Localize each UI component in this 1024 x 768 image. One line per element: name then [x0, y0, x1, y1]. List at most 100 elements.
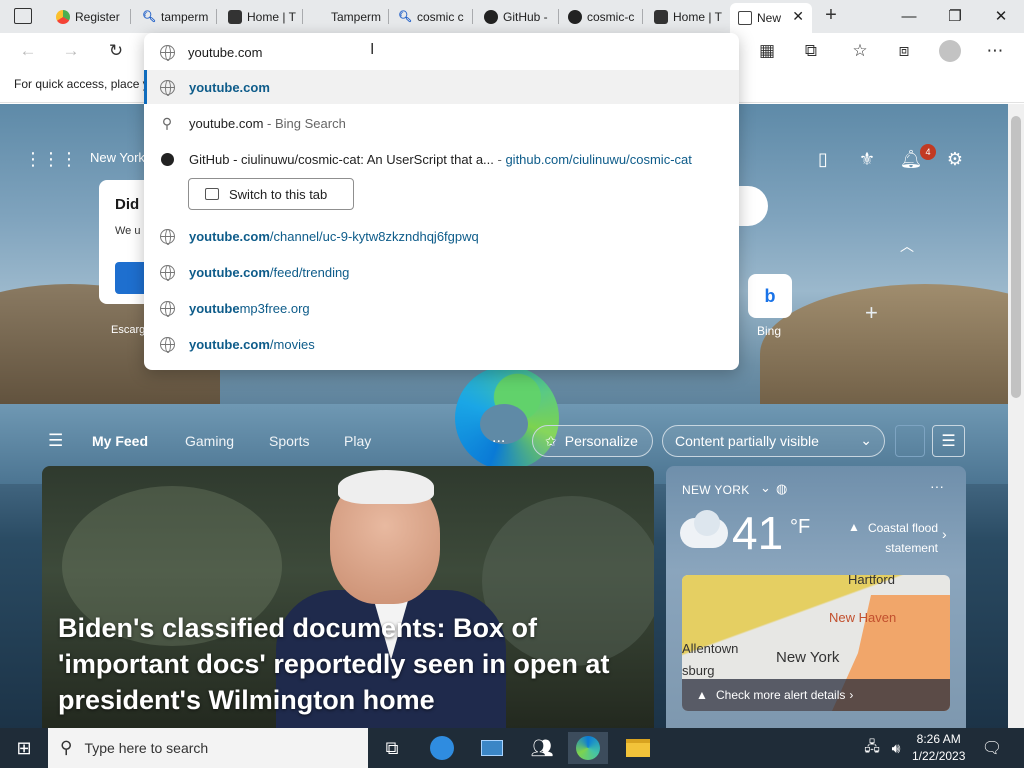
file-explorer-icon[interactable]: [618, 732, 658, 764]
tab-play[interactable]: Play: [344, 433, 371, 449]
refresh-icon[interactable]: ↻: [103, 39, 129, 63]
tab-actions-icon[interactable]: [14, 8, 32, 24]
action-center-icon[interactable]: 🗨︎: [972, 732, 1012, 764]
restore-icon[interactable]: ❐: [932, 0, 978, 32]
content-visibility-dropdown[interactable]: Content partially visible ⌄: [662, 425, 885, 457]
tab-gaming[interactable]: Gaming: [185, 433, 234, 449]
suggestion-item[interactable]: youtube.com: [144, 70, 739, 104]
safari-compass-icon[interactable]: [422, 732, 462, 764]
hamburger-menu-icon[interactable]: ☰: [48, 431, 63, 451]
bing-tile-label[interactable]: Bing: [757, 324, 781, 338]
map-label: New Haven: [829, 610, 897, 625]
suggestion-item[interactable]: youtube.com/channel/uc-9-kytw8zkzndhqj6f…: [144, 219, 739, 253]
favorites-star-icon[interactable]: ☆: [847, 39, 873, 63]
switch-to-tab-button[interactable]: Switch to this tab: [188, 178, 354, 210]
chevron-down-icon[interactable]: ⌄: [760, 480, 771, 496]
card-title: Did: [115, 196, 140, 213]
back-arrow-icon[interactable]: ←: [15, 39, 41, 63]
map-label: Allentown: [682, 641, 739, 656]
tab-strip: Register 🔍︎ tamperm Home | T Tamperm 🔍︎ …: [0, 0, 1024, 33]
tab-register[interactable]: Register: [48, 4, 130, 29]
hero-headline[interactable]: Biden's classified documents: Box of 'im…: [58, 610, 638, 718]
weather-card[interactable]: NEW YORK ⌄ ◍ ··· 41 °F ▲ Coastal flood s…: [666, 466, 966, 728]
address-input[interactable]: [188, 44, 658, 60]
temperature-value: 41: [732, 507, 784, 559]
tab-cosmic-search[interactable]: 🔍︎ cosmic c: [390, 4, 472, 29]
map-label: New York: [776, 649, 840, 666]
tab-tamperm-search[interactable]: 🔍︎ tamperm: [134, 4, 216, 29]
suggestion-match: youtube.com: [189, 79, 270, 95]
card-action-button[interactable]: [115, 262, 145, 294]
switch-tab-label: Switch to this tab: [229, 186, 328, 202]
landscape-hill: [760, 284, 1008, 424]
tab-tamperm-store[interactable]: Tamperm: [304, 4, 386, 29]
hero-news-card[interactable]: Biden's classified documents: Box of 'im…: [42, 466, 654, 728]
tab-home-t[interactable]: Home | T: [220, 4, 302, 29]
layout-grid-button[interactable]: [895, 425, 925, 457]
suggestion-item[interactable]: ⚲ youtube.com - Bing Search: [144, 106, 739, 140]
task-view-icon[interactable]: ⧉: [372, 732, 412, 764]
minimize-icon[interactable]: —: [886, 0, 932, 32]
profile-avatar-icon[interactable]: [937, 39, 963, 63]
collections-icon[interactable]: ⧈: [891, 39, 917, 63]
suggestion-text: youtube.com: [189, 115, 264, 131]
text-cursor-icon: I: [370, 41, 375, 58]
rewards-icon[interactable]: ⚜: [854, 146, 880, 172]
apps-launcher-icon[interactable]: ⋮⋮⋮: [24, 146, 78, 172]
globe-icon: [158, 335, 176, 353]
locate-globe-icon[interactable]: ◍: [776, 481, 787, 497]
search-icon: ⚲: [161, 114, 173, 131]
weather-city-label[interactable]: New York: [90, 150, 145, 165]
suggestion-separator: -: [493, 151, 506, 167]
extensions-puzzle-icon[interactable]: ⧉: [798, 39, 824, 63]
tab-my-feed[interactable]: My Feed: [92, 433, 148, 449]
new-tab-plus-icon[interactable]: +: [820, 4, 842, 28]
suggestion-item[interactable]: youtube.com/feed/trending: [144, 255, 739, 289]
add-site-plus-icon[interactable]: +: [865, 300, 878, 326]
weather-alert-map[interactable]: Hartford New Haven Allentown New York sb…: [682, 575, 950, 711]
close-window-icon[interactable]: ✕: [978, 0, 1024, 32]
app-available-icon[interactable]: ▦: [754, 39, 780, 63]
globe-icon: [158, 43, 176, 61]
collapse-caret-icon[interactable]: ︿: [900, 236, 914, 256]
feed-more-button[interactable]: ...: [492, 429, 505, 447]
layout-list-icon[interactable]: ☰: [932, 425, 965, 457]
more-menu-icon[interactable]: ⋯: [982, 39, 1008, 63]
suggestion-item[interactable]: GitHub - ciulinuwu/cosmic-cat: An UserSc…: [144, 142, 739, 176]
suggestion-rest: /channel/uc-9-kytw8zkzndhqj6fgpwq: [269, 228, 479, 244]
notification-count-badge: 4: [920, 144, 936, 160]
app-window-icon[interactable]: [472, 732, 512, 764]
address-bar[interactable]: [158, 39, 728, 65]
tab-github[interactable]: GitHub -: [476, 4, 558, 29]
edge-browser-icon[interactable]: [568, 732, 608, 764]
weather-city[interactable]: NEW YORK: [682, 483, 750, 497]
tab-home-t-2[interactable]: Home | T: [646, 4, 728, 29]
close-tab-icon[interactable]: ✕: [792, 8, 804, 25]
mobile-phone-icon[interactable]: ▯: [810, 146, 836, 172]
windows-start-icon[interactable]: ⊞: [4, 732, 44, 764]
weather-alert-text[interactable]: Coastal flood statement: [848, 518, 938, 558]
suggestion-item[interactable]: youtubemp3free.org: [144, 291, 739, 325]
taskbar-search-box[interactable]: ⚲ Type here to search: [48, 728, 368, 768]
quick-link-label[interactable]: Escarg: [111, 324, 145, 336]
forward-arrow-icon[interactable]: →: [58, 39, 84, 63]
scrollbar-thumb[interactable]: [1011, 116, 1021, 398]
cloudy-icon-part: [694, 510, 720, 536]
suggestion-match: youtube.com: [189, 264, 270, 280]
weather-more-button[interactable]: ···: [930, 478, 944, 494]
new-tab-icon: [738, 11, 752, 25]
suggestion-rest: mp3free.org: [239, 300, 310, 316]
globe-icon: [158, 299, 176, 317]
system-clock[interactable]: 8:26 AM 1/22/2023: [912, 731, 965, 765]
personalize-button[interactable]: ✩ Personalize: [532, 425, 653, 457]
suggestion-item[interactable]: youtube.com/movies: [144, 327, 739, 361]
volume-icon[interactable]: 🔊︎: [876, 732, 916, 764]
tab-sports[interactable]: Sports: [269, 433, 309, 449]
settings-gear-icon[interactable]: ⚙: [942, 146, 968, 172]
tab-cosmic-github[interactable]: cosmic-c: [560, 4, 642, 29]
chevron-right-icon[interactable]: ›: [942, 526, 947, 542]
people-group-icon[interactable]: 👥︎: [522, 732, 562, 764]
bing-tile-icon[interactable]: b: [748, 274, 792, 318]
tab-new-active[interactable]: New ✕: [730, 3, 812, 33]
alert-details-link[interactable]: ▲ Check more alert details ›: [682, 679, 950, 711]
